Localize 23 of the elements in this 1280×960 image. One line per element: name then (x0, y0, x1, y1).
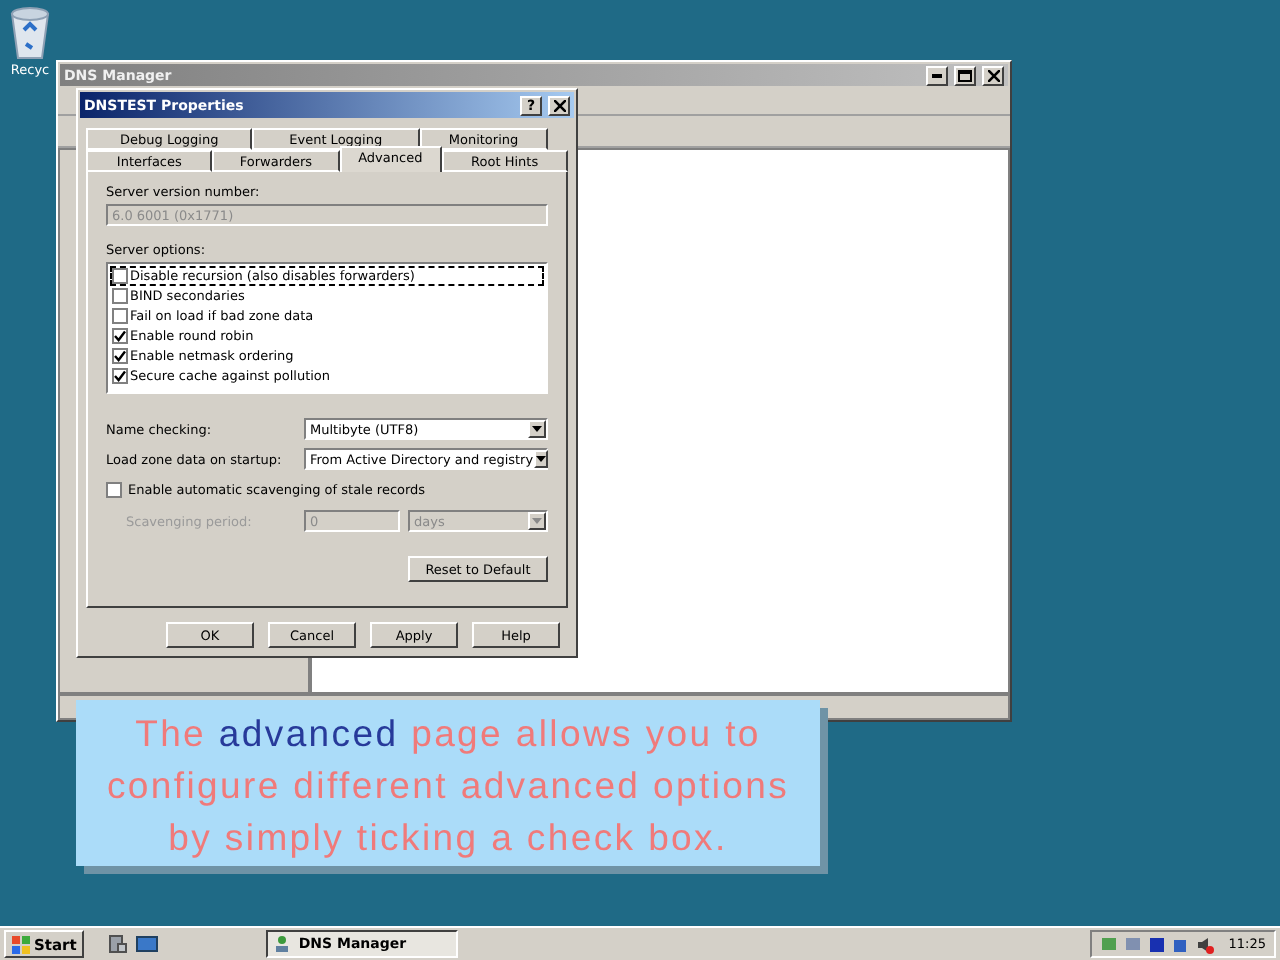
dropdown-arrow[interactable] (533, 450, 548, 468)
recycle-bin-icon[interactable] (8, 4, 52, 60)
server-icon[interactable] (108, 934, 129, 954)
minimize-icon (932, 73, 942, 77)
flag-icon (12, 935, 30, 953)
close-button[interactable] (548, 95, 570, 115)
close-icon (553, 99, 565, 111)
caption-text: The advanced page allows you to configure different advanced options by simply ticking a check box. (76, 700, 820, 866)
close-icon (987, 69, 999, 81)
server-tree-icon (274, 935, 291, 953)
minimize-button[interactable] (926, 65, 948, 85)
maximize-icon (958, 69, 972, 81)
maximize-button[interactable] (954, 65, 976, 85)
checkbox[interactable] (112, 308, 128, 324)
desktop-icon[interactable] (136, 935, 159, 953)
close-button[interactable] (982, 65, 1004, 85)
dropdown-arrow[interactable] (528, 420, 546, 438)
checkbox[interactable] (112, 368, 128, 384)
checkbox[interactable] (112, 328, 128, 344)
checkbox[interactable] (112, 288, 128, 304)
checkbox[interactable] (112, 348, 128, 364)
speaker-icon[interactable] (1196, 935, 1215, 953)
checkbox[interactable] (112, 268, 128, 284)
